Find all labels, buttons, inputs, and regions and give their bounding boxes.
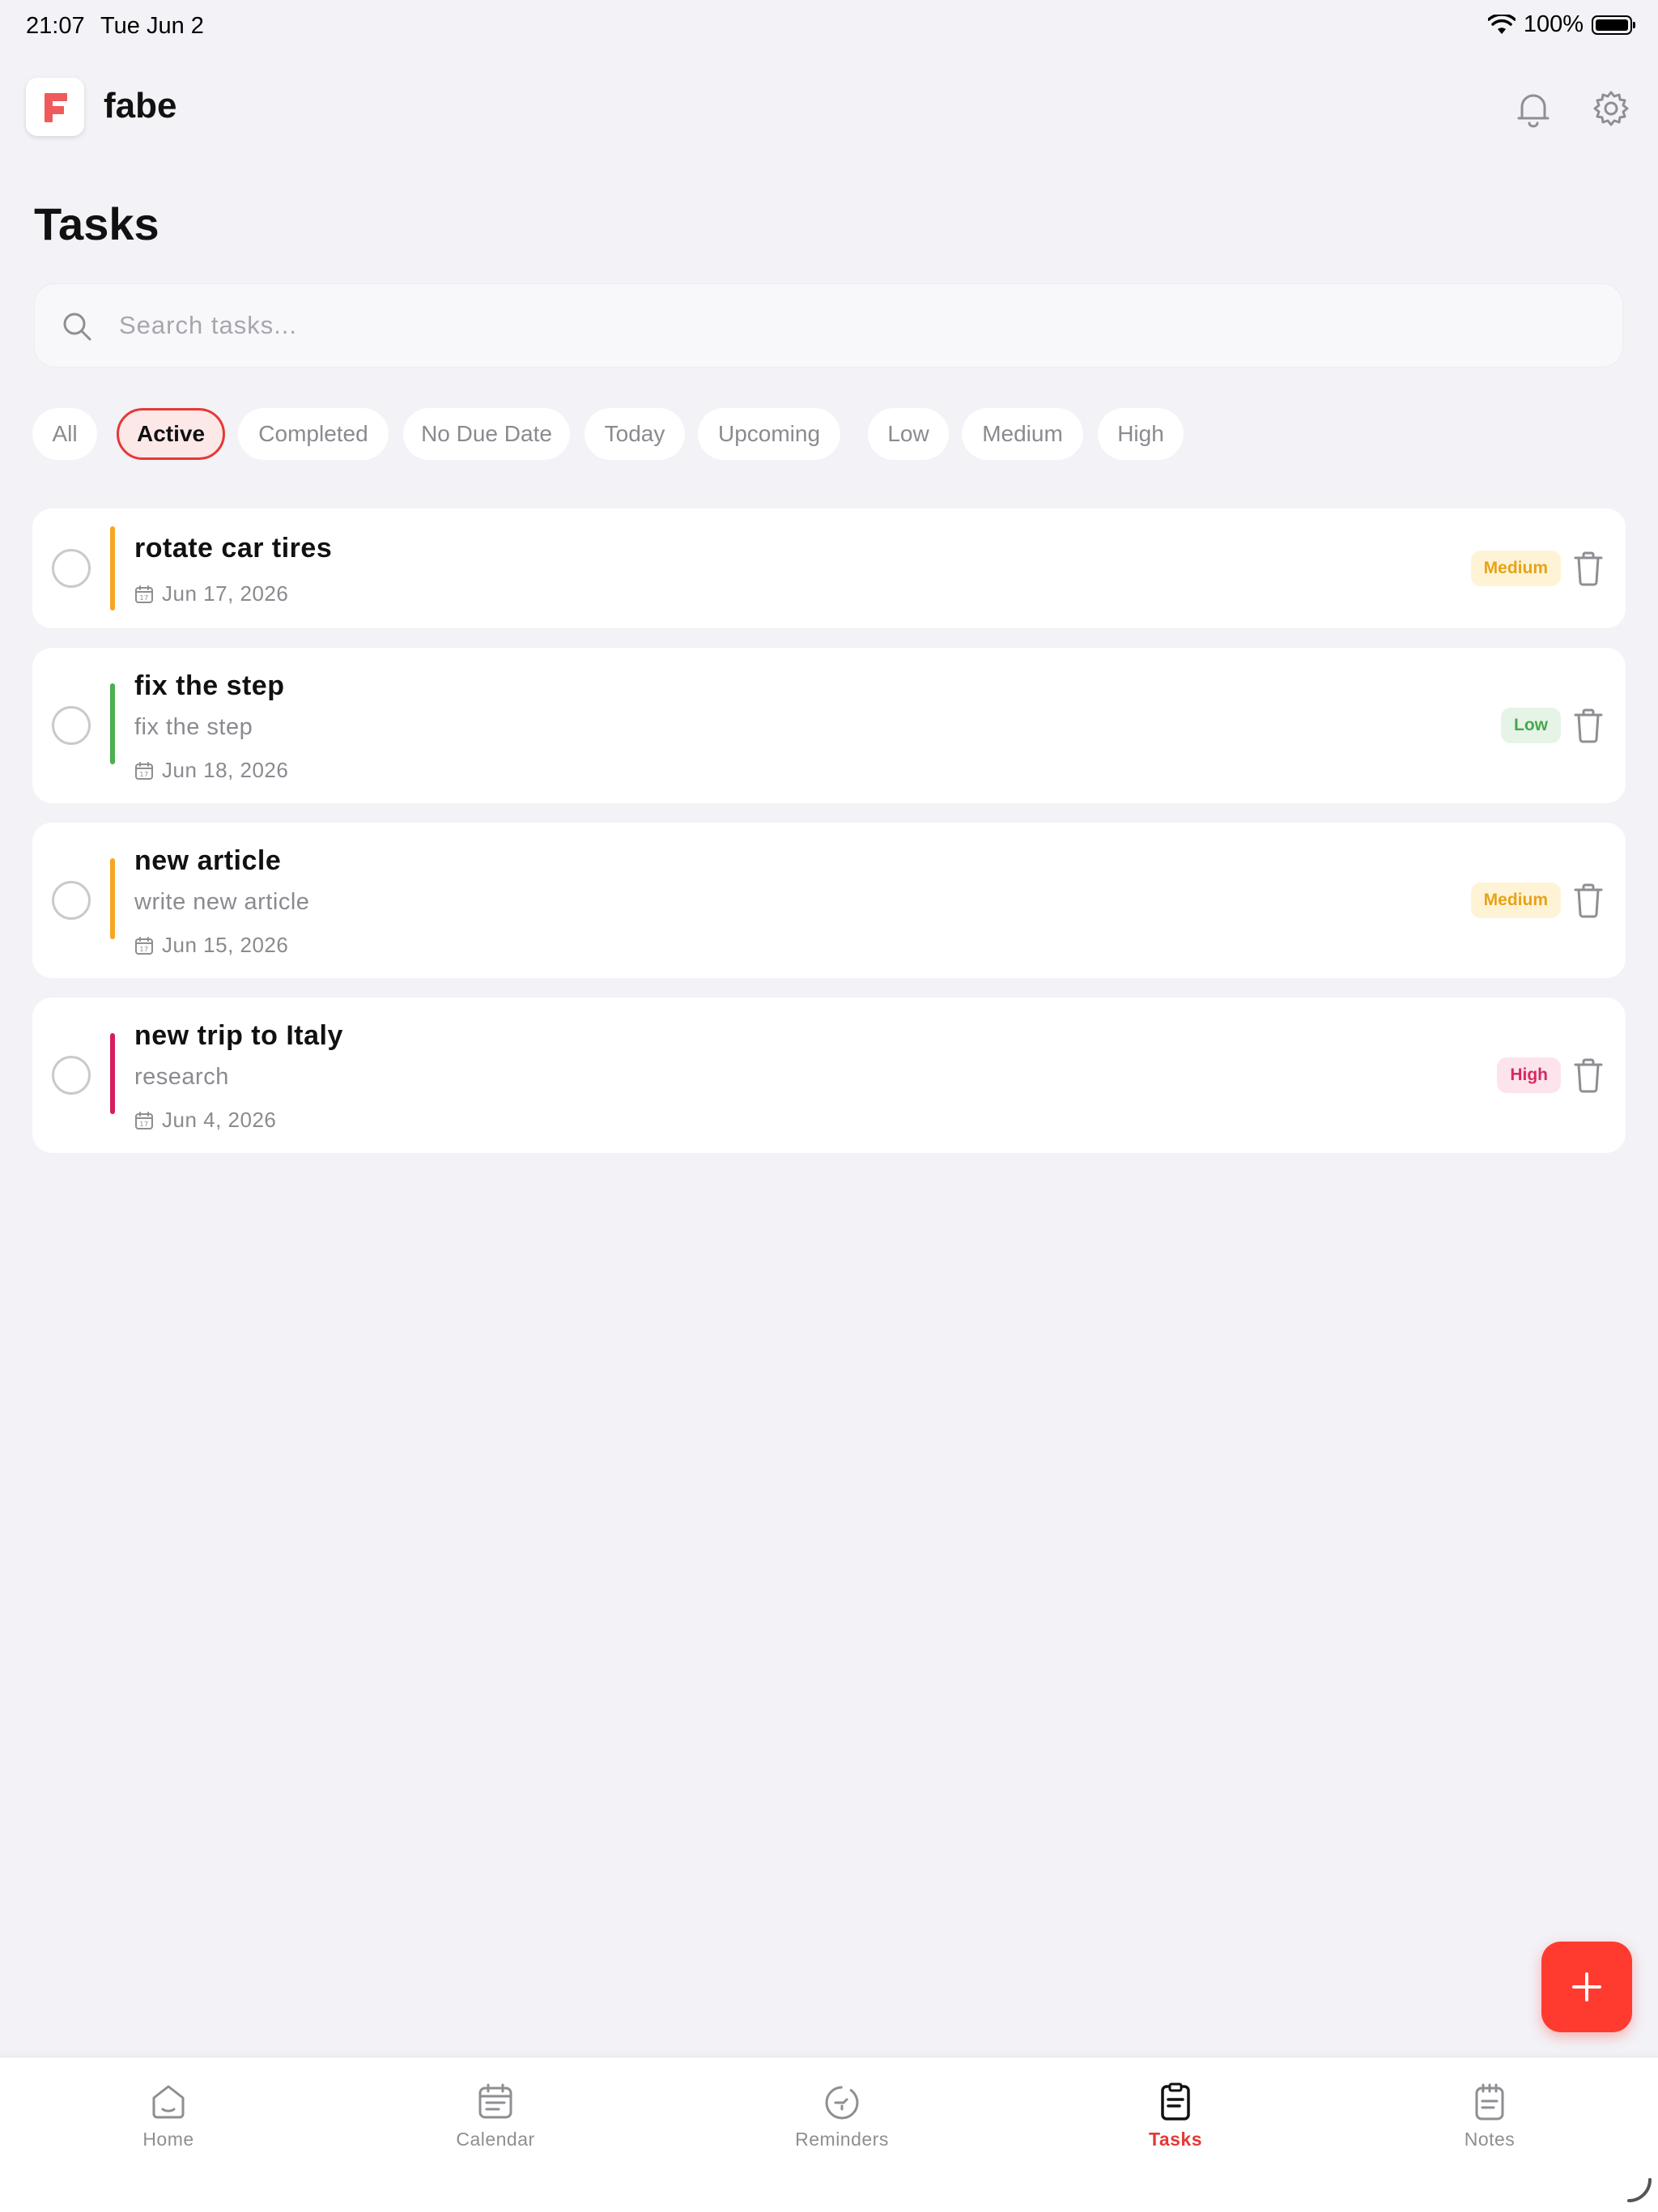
task-complete-checkbox[interactable] <box>52 549 91 588</box>
calendar-small-icon: 17 <box>135 585 153 603</box>
task-title: fix the step <box>134 670 285 701</box>
bottom-tab-bar: Home Calendar Reminders Tasks Notes <box>0 2057 1658 2212</box>
task-due-date: 17 Jun 15, 2026 <box>134 933 288 958</box>
tab-notes[interactable]: Notes <box>1409 2082 1571 2171</box>
tab-tasks[interactable]: Tasks <box>1095 2082 1256 2171</box>
tasks-icon <box>1161 2082 1190 2121</box>
settings-button[interactable] <box>1588 86 1634 131</box>
trash-icon[interactable] <box>1572 708 1605 743</box>
task-title: rotate car tires <box>134 533 333 564</box>
battery-icon <box>1592 15 1635 35</box>
app-header: fabe <box>0 78 1658 139</box>
filter-active[interactable]: Active <box>117 408 225 460</box>
gear-icon <box>1593 91 1629 126</box>
task-description: research <box>134 1064 229 1090</box>
search-input[interactable] <box>119 284 1592 367</box>
notes-icon <box>1475 2083 1504 2121</box>
task-description: write new article <box>134 889 310 915</box>
tab-reminders[interactable]: Reminders <box>761 2082 923 2171</box>
filter-all[interactable]: All <box>32 408 97 460</box>
status-bar: 21:07 Tue Jun 2 100% <box>0 0 1658 52</box>
priority-badge: Low <box>1501 708 1561 743</box>
task-title: new trip to Italy <box>134 1020 343 1051</box>
task-card[interactable]: new article write new article 17 Jun 15,… <box>32 823 1626 978</box>
tab-label: Notes <box>1464 2129 1516 2150</box>
task-card[interactable]: new trip to Italy research 17 Jun 4, 202… <box>32 998 1626 1153</box>
task-complete-checkbox[interactable] <box>52 881 91 920</box>
calendar-icon <box>478 2083 512 2119</box>
tab-label: Tasks <box>1148 2129 1202 2150</box>
task-due-text: Jun 4, 2026 <box>162 1108 277 1132</box>
filter-upcoming[interactable]: Upcoming <box>698 408 840 460</box>
tab-label: Reminders <box>795 2129 889 2150</box>
trash-icon[interactable] <box>1572 883 1605 918</box>
logo-icon <box>45 93 67 122</box>
task-card[interactable]: fix the step fix the step 17 Jun 18, 202… <box>32 648 1626 803</box>
tab-label: Calendar <box>456 2129 535 2150</box>
task-due-text: Jun 15, 2026 <box>162 933 289 957</box>
tab-calendar[interactable]: Calendar <box>414 2082 576 2171</box>
wifi-icon <box>1487 14 1516 34</box>
priority-bar <box>110 858 115 939</box>
trash-icon[interactable] <box>1572 551 1605 586</box>
resize-handle-icon <box>1627 2178 1652 2202</box>
svg-text:17: 17 <box>139 771 148 778</box>
battery-percent: 100% <box>1523 11 1584 37</box>
search-bar[interactable] <box>34 283 1623 368</box>
svg-text:17: 17 <box>139 946 148 953</box>
reminders-icon <box>825 2086 859 2120</box>
tab-home[interactable]: Home <box>87 2082 249 2171</box>
task-card[interactable]: rotate car tires 17 Jun 17, 2026 Medium <box>32 508 1626 628</box>
svg-text:17: 17 <box>139 1121 148 1128</box>
status-right: 100% <box>1487 11 1635 38</box>
task-due-text: Jun 17, 2026 <box>162 581 289 606</box>
task-due-date: 17 Jun 17, 2026 <box>134 581 288 606</box>
search-icon <box>63 313 91 341</box>
priority-badge: Medium <box>1470 883 1561 918</box>
task-description: fix the step <box>134 714 253 740</box>
task-title: new article <box>134 845 282 876</box>
page-title: Tasks <box>34 198 159 249</box>
priority-badge: High <box>1497 1057 1561 1093</box>
notifications-button[interactable] <box>1511 86 1556 131</box>
calendar-small-icon: 17 <box>135 1111 153 1129</box>
status-time: 21:07 <box>26 13 85 39</box>
app-name: fabe <box>104 86 177 125</box>
task-due-date: 17 Jun 18, 2026 <box>134 758 288 783</box>
task-complete-checkbox[interactable] <box>52 1056 91 1095</box>
trash-icon[interactable] <box>1572 1057 1605 1093</box>
calendar-small-icon: 17 <box>135 936 153 955</box>
filter-high[interactable]: High <box>1098 408 1184 460</box>
svg-text:17: 17 <box>139 594 148 602</box>
tab-label: Home <box>142 2129 194 2150</box>
status-date: Tue Jun 2 <box>100 13 204 39</box>
priority-badge: Medium <box>1470 551 1561 586</box>
task-due-text: Jun 18, 2026 <box>162 758 289 782</box>
filter-no-due-date[interactable]: No Due Date <box>403 408 570 460</box>
filter-completed[interactable]: Completed <box>238 408 389 460</box>
task-due-date: 17 Jun 4, 2026 <box>134 1108 276 1133</box>
task-complete-checkbox[interactable] <box>52 706 91 745</box>
plus-icon <box>1572 1972 1601 2001</box>
priority-bar <box>110 683 115 764</box>
add-task-button[interactable] <box>1541 1942 1632 2032</box>
calendar-small-icon: 17 <box>135 761 153 780</box>
priority-bar <box>110 1033 115 1114</box>
priority-bar <box>110 526 115 610</box>
filter-medium[interactable]: Medium <box>962 408 1083 460</box>
bell-icon <box>1517 94 1550 128</box>
app-logo <box>26 78 84 136</box>
filter-low[interactable]: Low <box>868 408 949 460</box>
home-icon <box>152 2085 185 2119</box>
filter-today[interactable]: Today <box>585 408 685 460</box>
tasks-screen: 21:07 Tue Jun 2 100% fabe Tasks Search t… <box>0 0 1658 2212</box>
